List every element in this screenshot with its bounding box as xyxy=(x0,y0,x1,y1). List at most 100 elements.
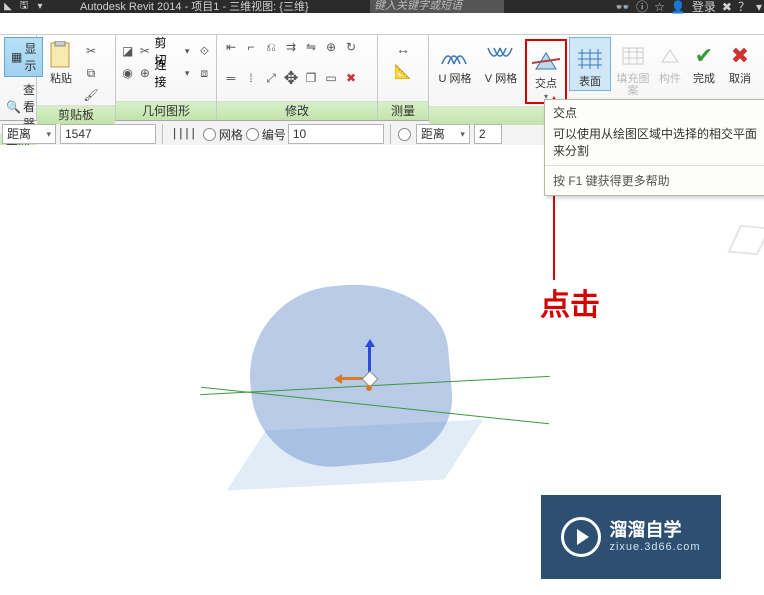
misc-geom2-icon[interactable]: ⧈ xyxy=(197,65,212,81)
component-label: 构件 xyxy=(659,73,681,85)
radio-grid[interactable] xyxy=(203,128,216,141)
dropdown-icon[interactable]: ▾ xyxy=(756,0,762,14)
cut-icon[interactable]: ✂ xyxy=(83,43,99,59)
cut-geom-icon[interactable]: ✂ xyxy=(137,43,152,59)
view-cube[interactable] xyxy=(734,225,764,275)
align-icon[interactable]: ⇤ xyxy=(223,39,239,55)
cancel-icon: ✖ xyxy=(725,41,755,71)
paste-button[interactable]: 粘贴 xyxy=(41,37,81,85)
copy-icon[interactable]: ⧉ xyxy=(83,65,99,81)
join-label: 连接 xyxy=(155,56,178,90)
trim-icon[interactable]: ⌐ xyxy=(243,39,259,55)
u-grid-button[interactable]: U 网格 xyxy=(433,37,477,85)
dropdown-icon[interactable]: ▾ xyxy=(179,43,194,59)
display-label: 显示 xyxy=(24,40,36,74)
u-grid-label: U 网格 xyxy=(439,73,472,85)
login-link[interactable]: 登录 xyxy=(692,0,716,15)
ribbon-label-geometry: 几何图形 xyxy=(116,101,216,120)
mirror-icon[interactable]: ⇋ xyxy=(303,39,319,55)
number-label: 编号 xyxy=(262,126,286,143)
ribbon-group-plane: ▦ 显示 🔍 查看器 平面 xyxy=(0,35,37,120)
paste-label: 粘贴 xyxy=(50,73,72,85)
finish-label: 完成 xyxy=(693,73,715,85)
v-grid-button[interactable]: V 网格 xyxy=(479,37,523,85)
distance1-label: 距离 xyxy=(7,125,31,143)
title-bar: ◣ 🖫 ▾ Autodesk Revit 2014 - 项目1 - 三维视图: … xyxy=(0,0,764,13)
scale-icon[interactable]: ⤢ xyxy=(263,70,279,86)
split-icon[interactable]: ⎌ xyxy=(263,39,279,55)
ribbon-label-modify: 修改 xyxy=(217,101,377,120)
spacer xyxy=(0,13,764,35)
extend-icon[interactable]: ═ xyxy=(223,70,239,86)
ribbon-group-modify: ⇤ ⌐ ⎌ ⇉ ⇋ ⊕ ↻ ═ ⁞ ⤢ ✥ ❐ ▭ ✖ 修改 xyxy=(217,35,378,120)
ribbon-label-clipboard: 剪贴板 xyxy=(37,105,115,124)
check-icon: ✔ xyxy=(689,41,719,71)
move-gizmo[interactable] xyxy=(340,345,400,405)
copy2-icon[interactable]: ❐ xyxy=(303,70,319,86)
component-button: 构件 xyxy=(655,37,685,85)
qat-dropdown-icon[interactable]: ▾ xyxy=(32,0,48,13)
move-icon[interactable]: ✥ xyxy=(283,70,299,86)
cross-button-highlight: 交点 ▾ xyxy=(525,39,567,104)
fill-icon xyxy=(618,41,648,71)
number-value[interactable]: 10 xyxy=(288,124,384,144)
cross-icon xyxy=(531,46,561,76)
watermark: 溜溜自学 zixue.3d66.com xyxy=(541,495,721,579)
join2-icon[interactable]: ⊕ xyxy=(137,65,152,81)
user-icon[interactable]: 👤 xyxy=(671,0,686,14)
notch-icon[interactable]: ◪ xyxy=(120,43,135,59)
watermark-brand: 溜溜自学 xyxy=(609,520,681,542)
match-icon[interactable]: 🖌 xyxy=(83,87,99,103)
binoculars-icon[interactable]: 👓 xyxy=(615,0,630,14)
join-icon[interactable]: ◉ xyxy=(120,65,135,81)
fill-label: 填充图案 xyxy=(613,73,653,97)
gizmo-origin-icon xyxy=(366,385,372,391)
measure-icon[interactable]: 📐 xyxy=(395,63,411,79)
component-icon xyxy=(655,41,685,71)
qat-app-icon[interactable]: ◣ xyxy=(0,0,16,13)
delete-icon[interactable]: ✖ xyxy=(343,70,359,86)
ribbon-group-clipboard: 粘贴 ✂ ⧉ 🖌 剪贴板 xyxy=(37,35,116,120)
surface-label: 表面 xyxy=(579,76,601,88)
finish-button[interactable]: ✔ 完成 xyxy=(687,37,721,85)
paste-icon xyxy=(46,41,76,71)
rotate-icon[interactable]: ↻ xyxy=(343,39,359,55)
group-icon[interactable]: ▭ xyxy=(323,70,339,86)
u-grid-icon xyxy=(440,41,470,71)
tooltip-popup: 交点 可以使用从绘图区域中选择的相交平面来分割 按 F1 键获得更多帮助 xyxy=(544,99,764,196)
array-icon[interactable]: ⁞ xyxy=(243,70,259,86)
ribbon-label-measure: 测量 xyxy=(378,101,428,120)
play-icon xyxy=(561,517,601,557)
v-grid-icon xyxy=(486,41,516,71)
offset-icon[interactable]: ⇉ xyxy=(283,39,299,55)
exchange-icon[interactable]: ✖ xyxy=(722,0,732,14)
distance-value-1[interactable]: 1547 xyxy=(60,124,156,144)
misc-geom-icon[interactable]: ⟐ xyxy=(197,43,212,59)
separator xyxy=(390,124,391,144)
tooltip-body: 可以使用从绘图区域中选择的相交平面来分割 xyxy=(545,123,764,165)
distance-select-1[interactable]: 距离▾ xyxy=(2,124,56,144)
app-title: Autodesk Revit 2014 - 项目1 - 三维视图: {三维} xyxy=(80,0,309,14)
separator xyxy=(162,124,163,144)
tooltip-title: 交点 xyxy=(545,100,764,123)
star-icon[interactable]: ☆ xyxy=(654,0,665,14)
distance-value-2[interactable]: 2 xyxy=(474,124,502,144)
titlebar-right: 👓 ⓘ ☆ 👤 登录 ✖ ？ ▾ xyxy=(615,0,762,13)
grid-label: 网格 xyxy=(219,126,243,143)
distance-select-2[interactable]: 距离▾ xyxy=(416,124,470,144)
surface-icon xyxy=(575,44,605,74)
pin-icon[interactable]: ⊕ xyxy=(323,39,339,55)
dropdown-icon[interactable]: ▾ xyxy=(179,65,194,81)
radio-distance2[interactable] xyxy=(398,128,411,141)
cancel-button[interactable]: ✖ 取消 xyxy=(723,37,757,85)
tick-icon: |||| xyxy=(171,127,196,141)
cross-button[interactable]: 交点 ▾ xyxy=(528,42,564,101)
qat-save-icon[interactable]: 🖫 xyxy=(16,0,32,13)
help-icon[interactable]: ？ xyxy=(738,0,750,15)
surface-button[interactable]: 表面 xyxy=(572,40,608,88)
radio-number[interactable] xyxy=(246,128,259,141)
dimension-icon[interactable]: ↔ xyxy=(395,41,411,57)
search-input[interactable]: 键入关键字或短语 xyxy=(370,0,504,13)
info-icon[interactable]: ⓘ xyxy=(636,0,648,15)
grid-icon: ▦ xyxy=(11,50,22,64)
